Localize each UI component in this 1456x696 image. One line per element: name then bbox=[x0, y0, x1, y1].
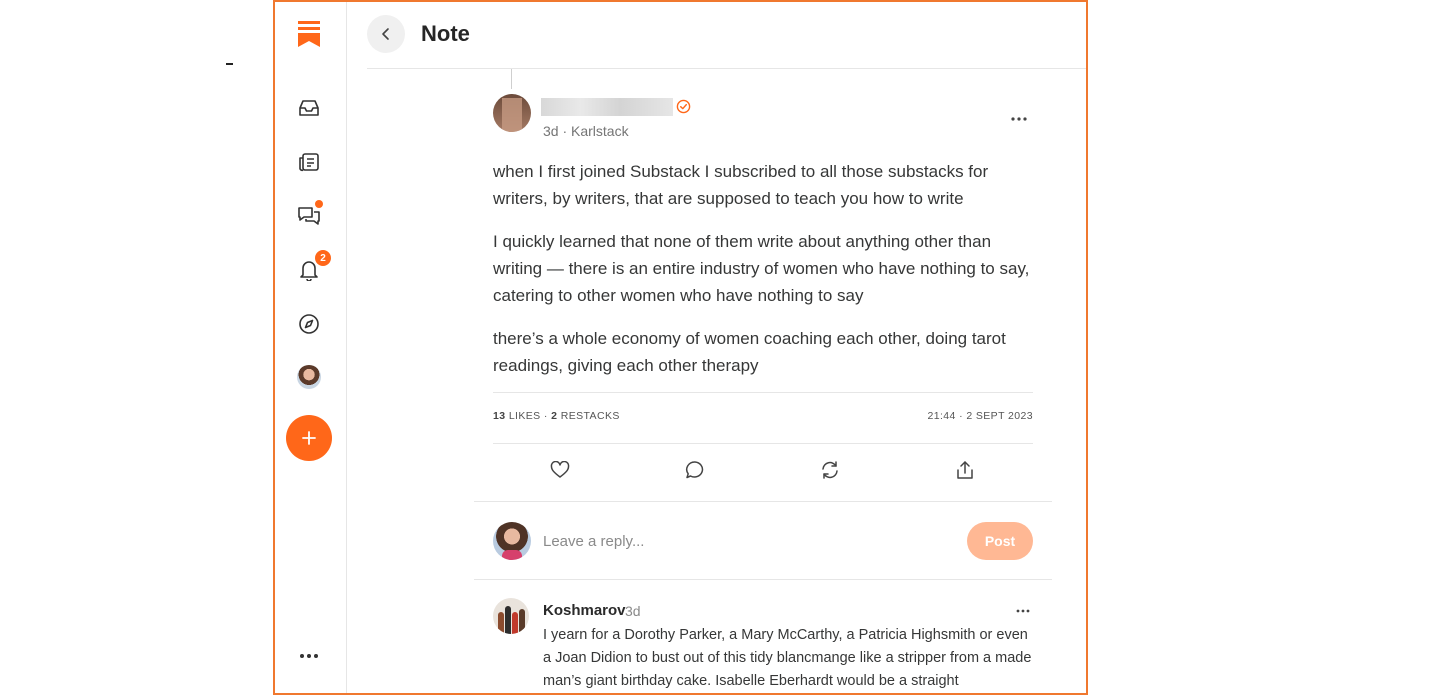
post-stats: 13 LIKES · 2 RESTACKS bbox=[493, 410, 620, 422]
comment-menu-icon[interactable] bbox=[1016, 600, 1030, 616]
restack-button[interactable] bbox=[818, 458, 842, 482]
comment-icon bbox=[686, 461, 704, 479]
post-body: when I first joined Substack I subscribe… bbox=[493, 158, 1033, 395]
post-meta: 3d · Karlstack bbox=[543, 123, 629, 139]
divider bbox=[474, 501, 1052, 502]
plus-icon bbox=[302, 431, 316, 445]
restack-icon bbox=[822, 461, 838, 479]
restacks-label[interactable]: RESTACKS bbox=[561, 410, 620, 422]
verified-icon bbox=[676, 99, 691, 114]
page-title: Note bbox=[421, 21, 470, 46]
page-header: Note bbox=[367, 2, 1086, 69]
heart-icon bbox=[550, 461, 570, 478]
likes-count: 13 bbox=[493, 410, 506, 422]
comment-author[interactable]: Koshmarov bbox=[543, 602, 626, 619]
share-button[interactable] bbox=[953, 458, 977, 482]
post-reply-button[interactable]: Post bbox=[967, 522, 1033, 560]
likes-label[interactable]: LIKES bbox=[509, 410, 541, 422]
post-menu-icon[interactable] bbox=[1011, 108, 1027, 126]
reader-icon[interactable] bbox=[293, 146, 325, 178]
thread-line bbox=[511, 69, 512, 89]
post-actions bbox=[493, 458, 1033, 482]
more-icon[interactable] bbox=[295, 644, 323, 668]
stats-separator: · bbox=[543, 410, 548, 422]
back-button[interactable] bbox=[367, 15, 405, 53]
chat-icon[interactable] bbox=[293, 200, 325, 232]
substack-logo-icon[interactable] bbox=[293, 18, 325, 50]
stray-mark bbox=[226, 63, 233, 65]
post-paragraph: I quickly learned that none of them writ… bbox=[493, 232, 1030, 305]
like-button[interactable] bbox=[548, 458, 572, 482]
comment-body: I yearn for a Dorothy Parker, a Mary McC… bbox=[543, 627, 1032, 689]
post-paragraph: there’s a whole economy of women coachin… bbox=[493, 329, 1006, 375]
compass-icon[interactable] bbox=[293, 308, 325, 340]
sidebar: 2 bbox=[275, 2, 347, 693]
chat-unread-dot bbox=[315, 200, 323, 208]
back-chevron-icon bbox=[382, 28, 389, 40]
reply-composer: Post bbox=[493, 522, 1033, 562]
post-paragraph: when I first joined Substack I subscribe… bbox=[493, 162, 989, 208]
comment-button[interactable] bbox=[683, 458, 707, 482]
reply-input[interactable] bbox=[543, 529, 923, 553]
notifications-badge: 2 bbox=[315, 250, 331, 266]
share-icon bbox=[957, 461, 973, 479]
commenter-avatar[interactable] bbox=[493, 598, 529, 634]
comment-time: 3d bbox=[625, 603, 641, 619]
author-name-redacted[interactable] bbox=[541, 98, 673, 116]
divider bbox=[493, 392, 1033, 393]
bell-icon[interactable]: 2 bbox=[293, 250, 331, 286]
profile-avatar[interactable] bbox=[297, 365, 321, 389]
compose-button[interactable] bbox=[286, 415, 332, 461]
restacks-count: 2 bbox=[551, 410, 558, 422]
divider bbox=[474, 579, 1052, 580]
author-avatar[interactable] bbox=[493, 94, 531, 132]
app-window: 2 Note 3d · Karlstack when I first joine… bbox=[273, 0, 1088, 695]
current-user-avatar bbox=[493, 522, 531, 560]
post-timestamp: 21:44 · 2 SEPT 2023 bbox=[927, 410, 1033, 422]
inbox-icon[interactable] bbox=[293, 92, 325, 124]
divider bbox=[493, 443, 1033, 444]
